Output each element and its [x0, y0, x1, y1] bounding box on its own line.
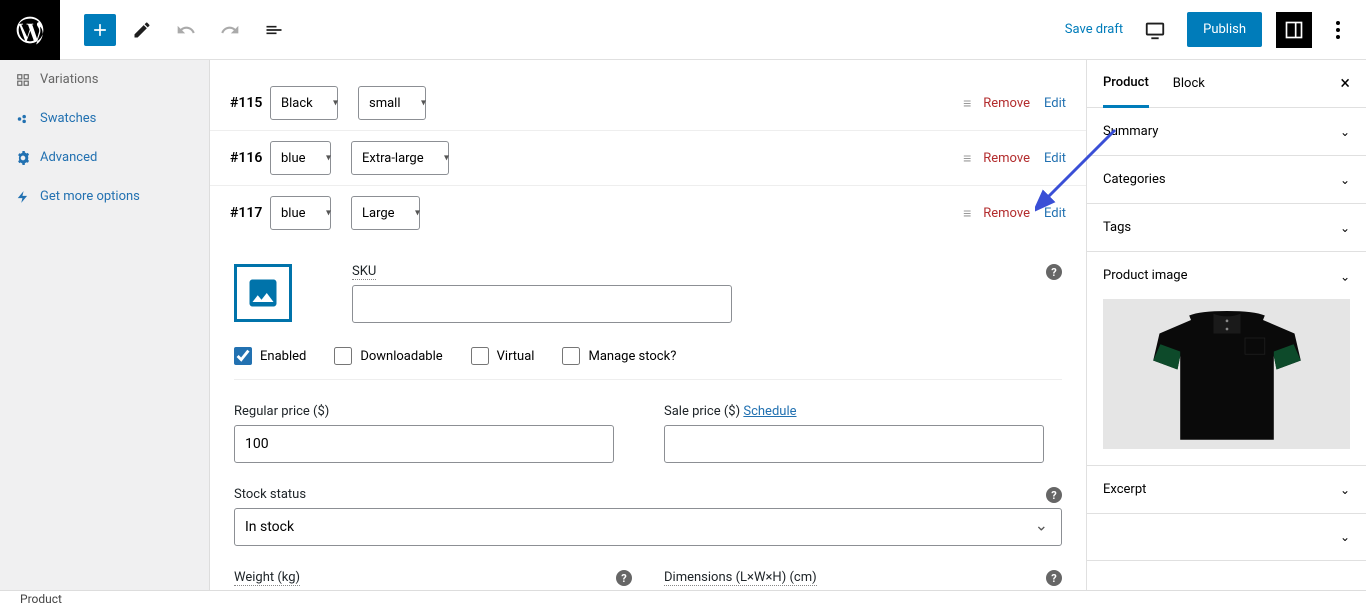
- enabled-checkbox[interactable]: Enabled: [234, 347, 306, 365]
- edit-link[interactable]: Edit: [1044, 96, 1066, 111]
- add-block-button[interactable]: [84, 14, 116, 46]
- dimensions-label: Dimensions (L×W×H) (cm): [664, 570, 1062, 585]
- variation-row: #116 blue Extra-large ≡ Remove Edit: [210, 131, 1086, 186]
- tab-product[interactable]: Product: [1103, 60, 1149, 108]
- preview-button[interactable]: [1137, 12, 1173, 48]
- drag-handle-icon[interactable]: ≡: [963, 205, 969, 222]
- stock-status-label: Stock status: [234, 487, 1062, 502]
- schedule-link[interactable]: Schedule: [743, 404, 796, 419]
- chevron-down-icon: ⌄: [1340, 483, 1350, 497]
- drag-handle-icon[interactable]: ≡: [963, 150, 969, 167]
- regular-price-input[interactable]: [234, 425, 614, 463]
- close-sidebar-icon[interactable]: ×: [1340, 73, 1350, 94]
- variation-row: #115 Black small ≡ Remove Edit: [210, 76, 1086, 131]
- sale-price-label: Sale price ($) Schedule: [664, 404, 1062, 419]
- variation-id: #116: [230, 150, 270, 166]
- settings-toggle-button[interactable]: [1276, 12, 1312, 48]
- manage-stock-checkbox[interactable]: Manage stock?: [562, 347, 676, 365]
- help-icon[interactable]: ?: [1046, 570, 1062, 586]
- variation-size-select[interactable]: Extra-large: [351, 141, 449, 175]
- top-toolbar: Save draft Publish: [0, 0, 1366, 60]
- tab-block[interactable]: Block: [1173, 60, 1205, 108]
- sidebar-item-advanced[interactable]: Advanced: [0, 138, 209, 177]
- panel-categories[interactable]: Categories⌄: [1087, 156, 1366, 204]
- left-sidebar: Variations Swatches Advanced Get more op…: [0, 60, 210, 590]
- main-content: #115 Black small ≡ Remove Edit #116 blue…: [210, 60, 1086, 590]
- variation-id: #115: [230, 95, 270, 111]
- sidebar-item-swatches[interactable]: Swatches: [0, 99, 209, 138]
- panel-product-image[interactable]: Product image⌃: [1087, 252, 1366, 299]
- variation-size-select[interactable]: Large: [351, 196, 420, 230]
- sku-label: SKU: [352, 264, 1062, 279]
- sale-price-input[interactable]: [664, 425, 1044, 463]
- regular-price-label: Regular price ($): [234, 404, 632, 419]
- panel-excerpt[interactable]: Excerpt⌄: [1087, 466, 1366, 514]
- more-options-button[interactable]: [1326, 12, 1350, 48]
- right-sidebar: Product Block × Summary⌄ Categories⌄ Tag…: [1086, 60, 1366, 590]
- weight-label: Weight (kg): [234, 570, 632, 585]
- product-image-thumbnail[interactable]: [1103, 299, 1350, 449]
- virtual-checkbox[interactable]: Virtual: [471, 347, 535, 365]
- help-icon[interactable]: ?: [1046, 487, 1062, 503]
- variation-id: #117: [230, 205, 270, 221]
- edit-link[interactable]: Edit: [1044, 206, 1066, 221]
- wordpress-logo[interactable]: [0, 0, 60, 60]
- variation-detail-panel: ? SKU Enabled Downloadable Virtual Manag…: [210, 240, 1086, 590]
- help-icon[interactable]: ?: [1046, 264, 1062, 280]
- chevron-down-icon: ⌄: [1340, 221, 1350, 235]
- sidebar-item-variations[interactable]: Variations: [0, 60, 209, 99]
- sidebar-item-label: Advanced: [40, 150, 97, 165]
- edit-mode-button[interactable]: [124, 12, 160, 48]
- edit-link[interactable]: Edit: [1044, 151, 1066, 166]
- sidebar-item-label: Swatches: [40, 111, 96, 126]
- sku-input[interactable]: [352, 285, 732, 323]
- variation-color-select[interactable]: Black: [270, 86, 338, 120]
- breadcrumb-text: Product: [20, 592, 62, 606]
- stock-status-select[interactable]: In stock: [234, 508, 1062, 546]
- publish-button[interactable]: Publish: [1187, 12, 1262, 47]
- remove-link[interactable]: Remove: [983, 206, 1030, 221]
- remove-link[interactable]: Remove: [983, 151, 1030, 166]
- save-draft-link[interactable]: Save draft: [1065, 22, 1123, 37]
- sidebar-item-label: Get more options: [40, 189, 140, 204]
- remove-link[interactable]: Remove: [983, 96, 1030, 111]
- variation-color-select[interactable]: blue: [270, 196, 331, 230]
- chevron-down-icon: ⌄: [1340, 173, 1350, 187]
- variation-image-upload[interactable]: [234, 264, 292, 322]
- sidebar-item-get-more-options[interactable]: Get more options: [0, 177, 209, 216]
- panel-tags[interactable]: Tags⌄: [1087, 204, 1366, 252]
- drag-handle-icon[interactable]: ≡: [963, 95, 969, 112]
- downloadable-checkbox[interactable]: Downloadable: [334, 347, 442, 365]
- help-icon[interactable]: ?: [616, 570, 632, 586]
- undo-button[interactable]: [168, 12, 204, 48]
- variation-row: #117 blue Large ≡ Remove Edit: [210, 186, 1086, 240]
- document-overview-button[interactable]: [256, 12, 292, 48]
- chevron-up-icon: ⌃: [1340, 269, 1350, 283]
- panel-item[interactable]: ⌄: [1087, 514, 1366, 561]
- variation-size-select[interactable]: small: [358, 86, 426, 120]
- panel-summary[interactable]: Summary⌄: [1087, 108, 1366, 156]
- chevron-down-icon: ⌄: [1340, 530, 1350, 544]
- redo-button[interactable]: [212, 12, 248, 48]
- footer-breadcrumb: Product: [0, 590, 1366, 607]
- variation-color-select[interactable]: blue: [270, 141, 331, 175]
- sidebar-item-label: Variations: [40, 72, 98, 87]
- chevron-down-icon: ⌄: [1340, 125, 1350, 139]
